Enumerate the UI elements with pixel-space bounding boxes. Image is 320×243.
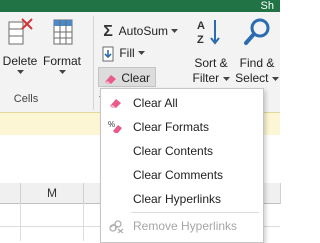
column-header[interactable] [0,183,21,204]
delete-button[interactable]: Delete [2,16,38,76]
column-divider [20,203,21,241]
chevron-down-icon [16,70,24,74]
menu-item-clear-all[interactable]: Clear All [101,91,263,115]
column-letter: M [47,186,57,200]
magnifier-icon [244,18,270,45]
menu-item-label: Clear Contents [133,144,214,158]
fill-button[interactable]: Fill [100,43,146,63]
ribbon-group-divider [93,16,94,110]
find-select-label-line2-wrap: Select [234,71,280,86]
cells-group-label: Cells [13,93,39,105]
chevron-down-icon [138,51,146,56]
column-divider [83,203,84,241]
fill-down-icon [102,46,114,62]
menu-item-clear-hyperlinks[interactable]: Clear Hyperlinks [101,187,263,211]
menu-item-label: Clear All [133,96,178,110]
sort-filter-label-line2: Filter [192,71,220,85]
clear-formats-icon: % [108,120,122,133]
menu-item-label: Clear Comments [133,168,224,182]
menu-item-clear-comments[interactable]: Clear Comments [101,163,263,187]
eraser-icon [105,74,116,84]
find-select-label-line2: Select [235,71,269,85]
menu-separator [131,212,259,213]
sort-filter-icon: A Z [197,20,220,46]
chevron-down-icon [271,77,279,81]
eraser-icon [110,99,121,108]
delete-cells-icon [8,18,33,45]
find-select-button[interactable]: Find & Select [234,16,280,92]
format-label: Format [42,54,81,68]
menu-item-label: Clear Hyperlinks [133,192,222,206]
menu-item-label: Remove Hyperlinks [133,219,238,233]
clear-label: Clear [121,71,151,85]
menu-item-clear-contents[interactable]: Clear Contents [101,139,263,163]
menu-item-clear-formats[interactable]: % Clear Formats [101,115,263,139]
find-select-label-line1: Find & [239,56,275,70]
autosum-label: AutoSum [118,24,169,38]
chevron-down-icon [58,70,66,74]
menu-item-label: Clear Formats [133,120,210,134]
format-button[interactable]: Format [40,16,84,76]
fill-label: Fill [119,46,135,60]
format-cells-icon [53,19,73,45]
chevron-down-icon [222,77,230,81]
sort-filter-label-line2-wrap: Filter [190,71,232,86]
clear-dropdown-menu: Clear All % Clear Formats Clear Contents… [100,88,264,243]
svg-text:%: % [108,120,115,129]
sort-filter-button[interactable]: A Z Sort & Filter [190,16,232,92]
autosum-button[interactable]: Σ AutoSum [100,21,179,41]
sort-filter-label-line1: Sort & [194,56,228,70]
svg-text:A: A [197,20,205,32]
user-account[interactable]: Sh [261,0,274,12]
menu-item-remove-hyperlinks[interactable]: Remove Hyperlinks [101,214,263,238]
delete-label: Delete [2,54,38,68]
chevron-down-icon [171,29,179,34]
column-header-m[interactable]: M [21,183,84,204]
clear-button[interactable]: Clear [98,67,156,101]
title-bar: Sh [0,0,280,12]
sigma-icon: Σ [103,22,113,40]
remove-hyperlinks-icon [109,220,124,233]
svg-text:Z: Z [197,34,204,46]
